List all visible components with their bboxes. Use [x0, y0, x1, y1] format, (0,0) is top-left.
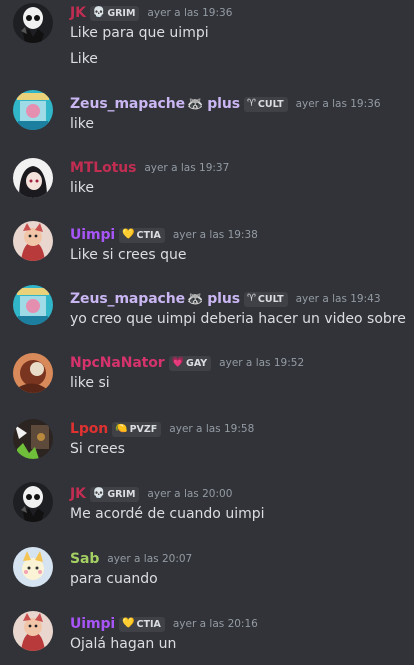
message-text: Like para que uimpi: [70, 25, 209, 41]
message-text: like: [70, 116, 95, 132]
username[interactable]: NpcNaNator: [70, 355, 165, 371]
username[interactable]: Uimpi: [70, 227, 115, 243]
avatar[interactable]: [13, 221, 53, 261]
avatar[interactable]: [13, 353, 53, 393]
username[interactable]: MTLotus: [70, 160, 136, 176]
message-text: para cuando: [70, 571, 158, 587]
avatar[interactable]: [13, 611, 53, 651]
message-header: Zeus_mapache 🦝 plus ♈ CULT ayer a las 19:43: [70, 289, 381, 309]
anime-girl-avatar: [13, 158, 53, 198]
message-header: Uimpi 💛 CTIA ayer a las 19:38: [70, 225, 258, 245]
cartoon-creature-avatar: [13, 221, 53, 261]
message-header: Sab ayer a las 20:07: [70, 549, 192, 569]
timestamp[interactable]: ayer a las 19:37: [144, 162, 229, 174]
message-header: Lpon 🍋 PVZF ayer a las 19:58: [70, 419, 254, 439]
username[interactable]: Uimpi: [70, 616, 115, 632]
avatar[interactable]: [13, 419, 53, 459]
server-tag-label: GAY: [186, 357, 208, 369]
message-text: Like si crees que: [70, 247, 187, 263]
server-tag-label: CULT: [257, 98, 284, 110]
username[interactable]: Zeus_mapache: [70, 291, 185, 307]
chat-message-list: JK 💀 GRIM ayer a las 19:36 Like para que uim…: [0, 0, 414, 665]
server-tag-badge[interactable]: 💛 CTIA: [119, 616, 165, 632]
message-text: like si: [70, 375, 110, 391]
server-tag-label: GRIM: [107, 488, 136, 500]
server-tag-label: CULT: [257, 293, 284, 305]
message-text: yo creo que uimpi deberia hacer un video…: [70, 311, 406, 327]
avatar[interactable]: [13, 3, 53, 43]
timestamp[interactable]: ayer a las 20:00: [147, 488, 232, 500]
server-tag-badge[interactable]: 💗 GAY: [168, 355, 212, 371]
message-text: Me acordé de cuando uimpi: [70, 506, 265, 522]
server-tag-badge[interactable]: ♈ CULT: [243, 96, 288, 112]
message-text: Like: [70, 51, 98, 67]
skull-avatar: [13, 482, 53, 522]
server-tag-label: CTIA: [136, 618, 161, 630]
server-tag-label: CTIA: [136, 229, 161, 241]
raccoon-icon: 🦝: [187, 96, 204, 112]
avatar[interactable]: [13, 482, 53, 522]
cartoon-creature-avatar: [13, 611, 53, 651]
timestamp[interactable]: ayer a las 19:52: [219, 357, 304, 369]
skull-icon: 💀: [92, 7, 106, 18]
server-tag-badge[interactable]: 💛 CTIA: [119, 227, 165, 243]
raccoon-icon: 🦝: [187, 291, 204, 307]
server-tag-label: PVZF: [129, 423, 158, 435]
message-header: Zeus_mapache 🦝 plus ♈ CULT ayer a las 19:36: [70, 94, 381, 114]
username[interactable]: JK: [70, 486, 86, 502]
server-tag-badge[interactable]: 💀 GRIM: [89, 486, 140, 502]
username[interactable]: Sab: [70, 551, 99, 567]
message-header: JK 💀 GRIM ayer a las 19:36: [70, 3, 232, 23]
pink-heart-icon: 💗: [171, 357, 185, 368]
pastel-character-avatar: [13, 547, 53, 587]
skull-avatar: [13, 3, 53, 43]
message-header: NpcNaNator 💗 GAY ayer a las 19:52: [70, 353, 304, 373]
message-text: like: [70, 180, 95, 196]
avatar[interactable]: [13, 158, 53, 198]
message-header: JK 💀 GRIM ayer a las 20:00: [70, 484, 232, 504]
timestamp[interactable]: ayer a las 20:16: [173, 618, 258, 630]
timestamp[interactable]: ayer a las 19:43: [296, 293, 381, 305]
server-tag-badge[interactable]: 🍋 PVZF: [112, 421, 162, 437]
yellow-heart-icon: 💛: [122, 229, 135, 240]
server-tag-badge[interactable]: 💀 GRIM: [89, 5, 140, 21]
message-text: Si crees: [70, 441, 125, 457]
yellow-heart-icon: 💛: [122, 618, 135, 629]
skull-icon: 💀: [92, 488, 106, 499]
arcade-avatar: [13, 285, 53, 325]
username-suffix[interactable]: plus: [207, 291, 240, 307]
username[interactable]: Lpon: [70, 421, 108, 437]
cult-goat-icon: ♈: [246, 293, 256, 304]
timestamp[interactable]: ayer a las 19:36: [147, 7, 232, 19]
timestamp[interactable]: ayer a las 19:58: [169, 423, 254, 435]
message-header: Uimpi 💛 CTIA ayer a las 20:16: [70, 614, 258, 634]
avatar[interactable]: [13, 547, 53, 587]
timestamp[interactable]: ayer a las 19:38: [173, 229, 258, 241]
timestamp[interactable]: ayer a las 19:36: [296, 98, 381, 110]
server-tag-badge[interactable]: ♈ CULT: [243, 291, 288, 307]
avatar[interactable]: [13, 90, 53, 130]
dark-scene-avatar: [13, 419, 53, 459]
message-header: MTLotus ayer a las 19:37: [70, 158, 229, 178]
lemon-icon: 🍋: [115, 423, 128, 434]
cult-goat-icon: ♈: [246, 98, 256, 109]
message-text: Ojalá hagan un: [70, 636, 177, 652]
username[interactable]: Zeus_mapache: [70, 96, 185, 112]
timestamp[interactable]: ayer a las 20:07: [107, 553, 192, 565]
server-tag-label: GRIM: [107, 7, 136, 19]
orange-creature-avatar: [13, 353, 53, 393]
arcade-avatar: [13, 90, 53, 130]
username-suffix[interactable]: plus: [207, 96, 240, 112]
avatar[interactable]: [13, 285, 53, 325]
username[interactable]: JK: [70, 5, 86, 21]
